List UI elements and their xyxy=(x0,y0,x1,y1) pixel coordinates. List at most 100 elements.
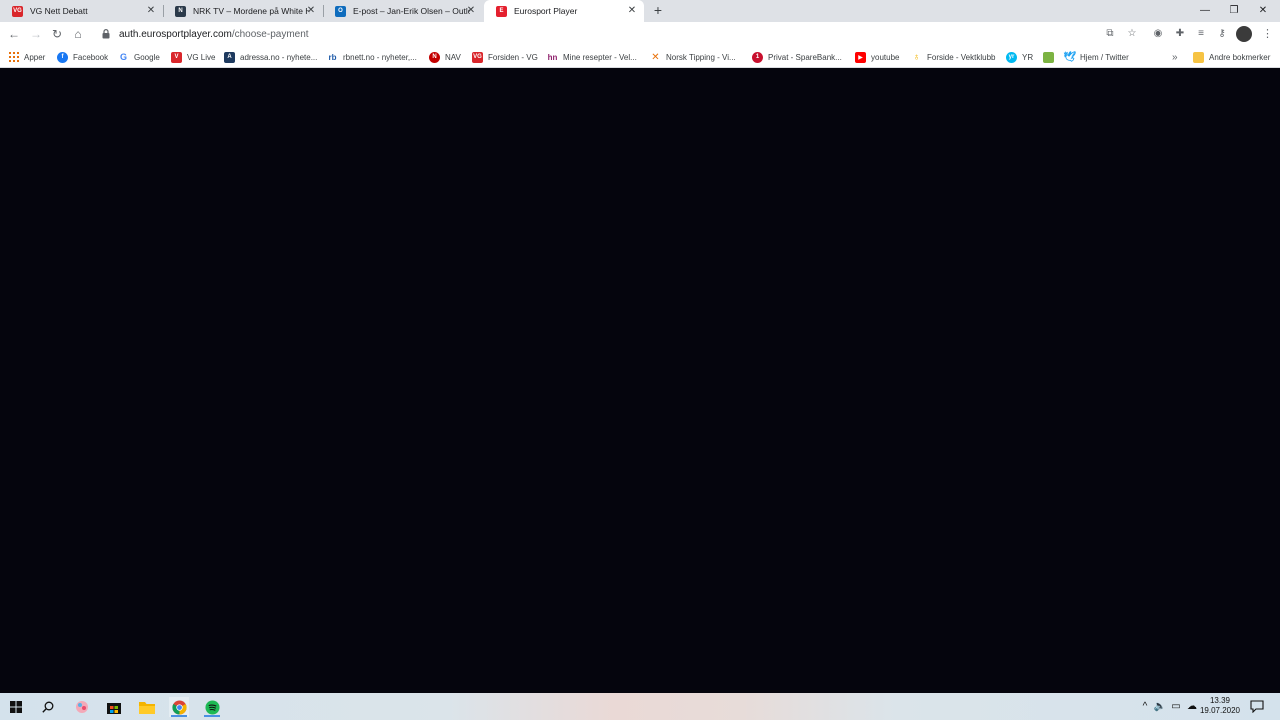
windows-start-icon[interactable] xyxy=(6,697,26,717)
bookmark-google[interactable]: G Google xyxy=(118,50,160,64)
bookmark-label: rbnett.no - nyheter,... xyxy=(343,52,417,62)
bookmark-facebook[interactable]: f Facebook xyxy=(57,50,108,64)
tab-title: NRK TV – Mordene på White House Farm xyxy=(193,6,310,16)
home-button[interactable]: ⌂ xyxy=(70,26,86,42)
active-indicator xyxy=(171,715,187,717)
tab-vg-nett-debatt[interactable]: VG VG Nett Debatt ✕ xyxy=(0,0,163,22)
extension-compass-icon[interactable]: ◉ xyxy=(1151,27,1165,41)
bookmark-label: youtube xyxy=(871,52,900,62)
vg-live-icon: V xyxy=(171,51,182,63)
youtube-icon: ▶ xyxy=(855,51,866,63)
tab-eurosport-player[interactable]: E Eurosport Player ✕ xyxy=(484,0,644,22)
bookmark-icon xyxy=(1043,51,1054,63)
bookmark-twitter[interactable]: 🕊 Hjem / Twitter xyxy=(1063,50,1129,64)
volume-icon[interactable]: 🔈 xyxy=(1153,700,1167,714)
media-queue-icon[interactable]: ≡ xyxy=(1194,27,1208,41)
vg-icon: VG xyxy=(472,51,483,63)
new-tab-button[interactable]: + xyxy=(650,3,666,19)
bookmark-nav[interactable]: N NAV xyxy=(429,50,461,64)
app-icon-paint[interactable] xyxy=(72,697,92,717)
show-hidden-icons-chevron-icon[interactable]: ^ xyxy=(1138,700,1152,714)
bookmark-label: Facebook xyxy=(73,52,109,62)
network-icon[interactable]: ▭ xyxy=(1169,700,1183,714)
close-icon[interactable]: ✕ xyxy=(465,5,477,17)
file-explorer-icon[interactable] xyxy=(137,697,157,717)
outlook-icon: O xyxy=(335,5,346,17)
rbnett-icon: rb xyxy=(328,52,337,62)
eurosport-icon: E xyxy=(496,5,507,17)
chrome-icon[interactable] xyxy=(169,697,189,717)
microsoft-store-icon[interactable] xyxy=(104,697,124,717)
bookmark-label: YR xyxy=(1022,52,1034,62)
bookmark-label: adressa.no - nyhete... xyxy=(240,52,318,62)
lock-icon xyxy=(101,29,111,39)
bookmark-vg-live[interactable]: V VG Live xyxy=(171,50,215,64)
bookmark-label: VG Live xyxy=(187,52,216,62)
bookmark-label: NAV xyxy=(445,52,461,62)
helsenorge-icon: hn xyxy=(547,52,558,62)
tab-nrk-tv[interactable]: N NRK TV – Mordene på White House Farm ✕ xyxy=(163,0,323,22)
google-icon: G xyxy=(119,52,127,62)
close-icon[interactable]: ✕ xyxy=(305,5,317,17)
bookmark-yr[interactable]: yr YR xyxy=(1006,50,1033,64)
close-icon[interactable]: ✕ xyxy=(145,5,157,17)
profile-avatar[interactable] xyxy=(1236,26,1252,42)
bookmark-label: Apper xyxy=(24,52,46,62)
bookmark-youtube[interactable]: ▶ youtube xyxy=(855,50,899,64)
translate-icon[interactable]: ⧉ xyxy=(1103,27,1117,41)
apps-grid-icon xyxy=(8,52,19,63)
yr-icon: yr xyxy=(1006,51,1017,63)
adressa-icon: A xyxy=(224,51,235,63)
clock-date: 19.07.2020 xyxy=(1199,706,1241,715)
bookmark-unnamed[interactable] xyxy=(1043,50,1059,64)
bookmark-mine-resepter[interactable]: hn Mine resepter - Vel... xyxy=(547,50,637,64)
bookmark-rbnett[interactable]: rb rbnett.no - nyheter,... xyxy=(327,50,417,64)
forward-button[interactable]: → xyxy=(28,26,44,42)
key-icon[interactable]: ⚷ xyxy=(1215,27,1229,41)
onedrive-cloud-icon[interactable]: ☁ xyxy=(1185,700,1199,714)
back-button[interactable]: ← xyxy=(6,26,22,42)
page-content[interactable] xyxy=(0,68,1280,693)
vg-icon: VG xyxy=(12,5,23,17)
reload-button[interactable]: ↻ xyxy=(49,26,65,42)
bookmark-apper[interactable]: Apper xyxy=(8,50,45,64)
bookmark-star-icon[interactable]: ☆ xyxy=(1125,27,1139,41)
notification-center-icon[interactable] xyxy=(1250,699,1266,715)
tab-title: E-post – Jan-Erik Olsen – Outlook xyxy=(353,6,470,16)
url-path: /choose-payment xyxy=(231,28,309,40)
url-domain: auth.eurosportplayer.com xyxy=(119,28,232,40)
bookmark-label: Andre bokmerker xyxy=(1209,52,1271,62)
twitter-icon: 🕊 xyxy=(1063,51,1076,63)
bookmark-forsiden-vg[interactable]: VG Forsiden - VG xyxy=(472,50,538,64)
url-text: auth.eurosportplayer.com/choose-payment xyxy=(119,29,309,40)
nrk-icon: N xyxy=(175,5,186,17)
bookmark-adressa[interactable]: A adressa.no - nyhete... xyxy=(224,50,317,64)
bookmarks-bar: Apper f Facebook G Google V VG Live A ad… xyxy=(0,46,1280,68)
tab-title: Eurosport Player xyxy=(514,6,578,16)
bookmark-label: Forside - Vektklubb xyxy=(927,52,996,62)
more-bookmarks-chevron-icon[interactable]: » xyxy=(1172,50,1178,64)
system-clock[interactable]: 13.39 19.07.2020 xyxy=(1198,696,1242,716)
extensions-puzzle-icon[interactable]: ✚ xyxy=(1173,27,1187,41)
norsk-tipping-icon: ✕ xyxy=(651,51,660,63)
bookmark-label: Forsiden - VG xyxy=(488,52,538,62)
active-indicator xyxy=(204,715,220,717)
tab-strip: VG VG Nett Debatt ✕ N NRK TV – Mordene p… xyxy=(0,0,1280,22)
clock-time: 13.39 xyxy=(1209,696,1231,705)
screen: VG VG Nett Debatt ✕ N NRK TV – Mordene p… xyxy=(0,0,1280,720)
bookmark-vektklubb[interactable]: ♁ Forside - Vektklubb xyxy=(911,50,996,64)
menu-icon[interactable]: ⋮ xyxy=(1262,27,1273,41)
taskbar: ^ 🔈 ▭ ☁ 13.39 19.07.2020 xyxy=(0,693,1280,720)
bookmark-norsk-tipping[interactable]: ✕ Norsk Tipping - Vi... xyxy=(650,50,735,64)
address-bar[interactable]: auth.eurosportplayer.com/choose-payment xyxy=(95,24,1125,44)
folder-icon xyxy=(1193,51,1204,63)
close-icon[interactable]: ✕ xyxy=(626,5,638,17)
spotify-icon[interactable] xyxy=(202,697,222,717)
search-icon[interactable] xyxy=(38,697,58,717)
bookmark-andre-bokmerker[interactable]: Andre bokmerker xyxy=(1193,50,1270,64)
vektklubb-icon: ♁ xyxy=(912,51,921,63)
window-close-button[interactable]: ✕ xyxy=(1246,0,1280,20)
bookmark-sparebank[interactable]: 1 Privat - SpareBank... xyxy=(752,50,842,64)
tab-outlook[interactable]: O E-post – Jan-Erik Olsen – Outlook ✕ xyxy=(323,0,483,22)
tab-title: VG Nett Debatt xyxy=(30,6,88,16)
